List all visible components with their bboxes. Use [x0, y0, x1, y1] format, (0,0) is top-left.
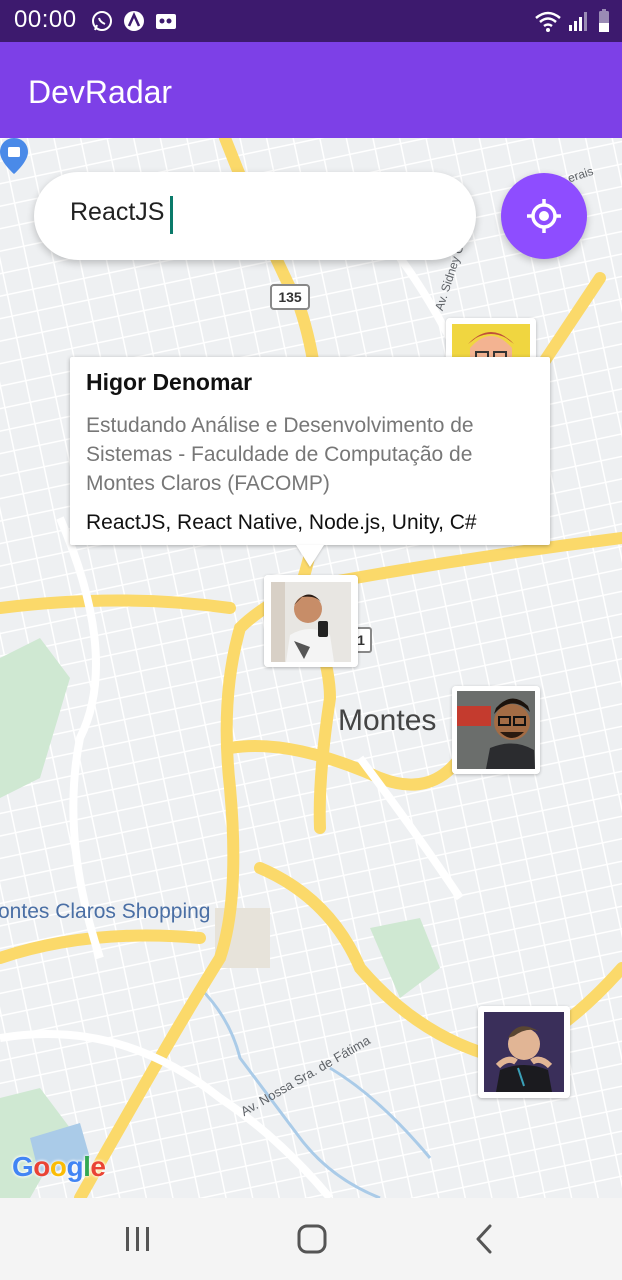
wifi-icon: [535, 11, 561, 32]
app-a-icon: [124, 11, 144, 31]
dev-avatar-marker[interactable]: [452, 686, 540, 774]
google-attribution: Google: [12, 1151, 106, 1183]
text-caret: [170, 196, 173, 234]
avatar-image: [452, 686, 540, 774]
search-bar[interactable]: [34, 172, 476, 260]
dev-techs: ReactJS, React Native, Node.js, Unity, C…: [86, 511, 477, 534]
map-label-shopping: ontes Claros Shopping: [0, 900, 211, 923]
recents-icon[interactable]: [120, 1224, 156, 1254]
battery-icon: [599, 9, 609, 32]
dev-bio: Estudando Análise e Desenvolvimento de S…: [86, 414, 474, 495]
crosshair-icon: [527, 199, 561, 233]
app-title: DevRadar: [28, 74, 173, 110]
status-bar: 00:00: [0, 0, 622, 42]
status-time: 00:00: [14, 6, 77, 33]
voicemail-icon: [156, 14, 176, 29]
dev-callout[interactable]: Higor Denomar Estudando Análise e Desenv…: [70, 357, 550, 545]
avatar-image: [264, 575, 358, 667]
google-letter-o2: o: [49, 1151, 67, 1182]
map-label-city: Montes: [338, 704, 437, 737]
google-letter-g2: g: [66, 1151, 84, 1182]
locate-button[interactable]: [501, 173, 587, 259]
shopping-pin-icon[interactable]: [0, 138, 28, 174]
signal-icon: [569, 12, 587, 31]
whatsapp-icon: [92, 11, 112, 31]
home-icon[interactable]: [294, 1222, 330, 1256]
route-135-shield: 135: [270, 284, 310, 310]
avatar-image: [478, 1006, 570, 1098]
app-bar: DevRadar: [0, 42, 622, 138]
back-icon[interactable]: [470, 1222, 500, 1256]
dev-name: Higor Denomar: [86, 369, 253, 395]
callout-pointer: [296, 545, 324, 567]
google-letter-e: e: [90, 1151, 106, 1182]
dev-avatar-marker[interactable]: [478, 1006, 570, 1098]
google-letter-o1: o: [33, 1151, 50, 1182]
dev-avatar-marker-selected[interactable]: [264, 575, 358, 667]
search-input[interactable]: [70, 198, 450, 227]
google-letter-g: G: [12, 1151, 34, 1182]
system-nav-bar: [0, 1198, 622, 1280]
